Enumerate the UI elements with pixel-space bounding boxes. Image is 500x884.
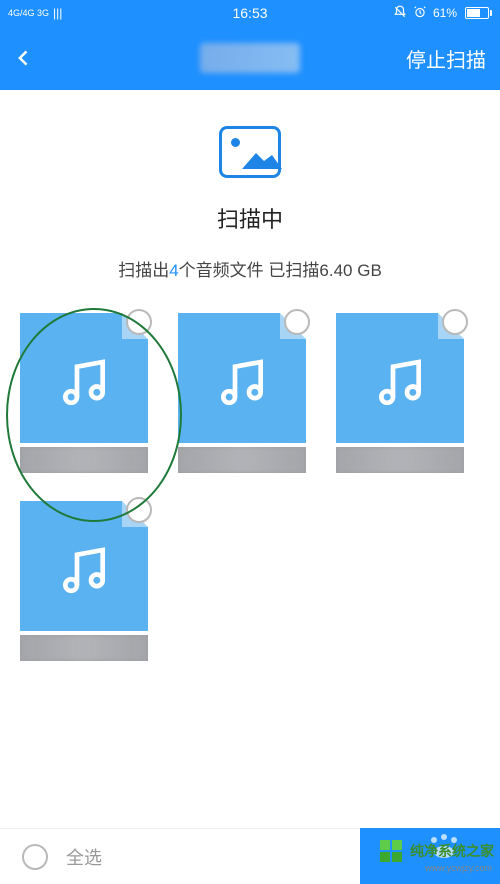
file-name-label <box>20 635 148 661</box>
select-checkbox[interactable] <box>126 497 152 523</box>
chevron-left-icon <box>14 41 34 75</box>
scan-status-panel: 扫描中 扫描出4个音频文件 已扫描6.40 GB <box>0 90 500 303</box>
back-button[interactable] <box>14 41 34 75</box>
select-checkbox[interactable] <box>442 309 468 335</box>
music-note-icon <box>56 543 112 599</box>
file-grid <box>0 303 500 661</box>
mountain-icon <box>242 149 282 169</box>
status-bar: 4G/4G 3G ||| 16:53 61% <box>0 0 500 26</box>
select-checkbox[interactable] <box>284 309 310 335</box>
music-note-icon <box>56 355 112 411</box>
watermark-url: www.ycwjzy.com <box>425 863 492 873</box>
file-thumbnail <box>20 501 148 631</box>
audio-file-item[interactable] <box>178 313 306 473</box>
select-checkbox[interactable] <box>126 309 152 335</box>
status-time: 16:53 <box>232 5 267 21</box>
file-name-label <box>178 447 306 473</box>
scan-title: 扫描中 <box>0 202 500 234</box>
file-thumbnail <box>178 313 306 443</box>
scan-count: 4 <box>169 261 178 280</box>
select-all-label[interactable]: 全选 <box>66 844 102 870</box>
audio-file-item[interactable] <box>20 313 148 473</box>
scan-size: 6.40 GB <box>319 261 381 280</box>
select-all-checkbox[interactable] <box>22 844 48 870</box>
scan-subtitle: 扫描出4个音频文件 已扫描6.40 GB <box>0 256 500 281</box>
file-name-label <box>20 447 148 473</box>
watermark-logo-icon <box>378 838 404 864</box>
audio-file-item[interactable] <box>20 501 148 661</box>
mute-icon <box>393 5 407 22</box>
stop-scan-button[interactable]: 停止扫描 <box>406 44 486 73</box>
photo-placeholder-icon <box>219 126 281 178</box>
music-note-icon <box>214 355 270 411</box>
battery-percent: 61% <box>433 6 457 20</box>
network-label: 4G/4G 3G <box>8 9 49 18</box>
page-title <box>200 43 300 73</box>
file-thumbnail <box>336 313 464 443</box>
music-note-icon <box>372 355 428 411</box>
audio-file-item[interactable] <box>336 313 464 473</box>
file-thumbnail <box>20 313 148 443</box>
file-name-label <box>336 447 464 473</box>
battery-icon <box>463 7 492 19</box>
signal-bars-icon: ||| <box>53 6 62 20</box>
watermark-brand: 纯净系统之家 <box>410 841 494 861</box>
alarm-icon <box>413 5 427 22</box>
watermark: 纯净系统之家 www.ycwjzy.com <box>378 838 494 864</box>
app-header: 停止扫描 <box>0 26 500 90</box>
